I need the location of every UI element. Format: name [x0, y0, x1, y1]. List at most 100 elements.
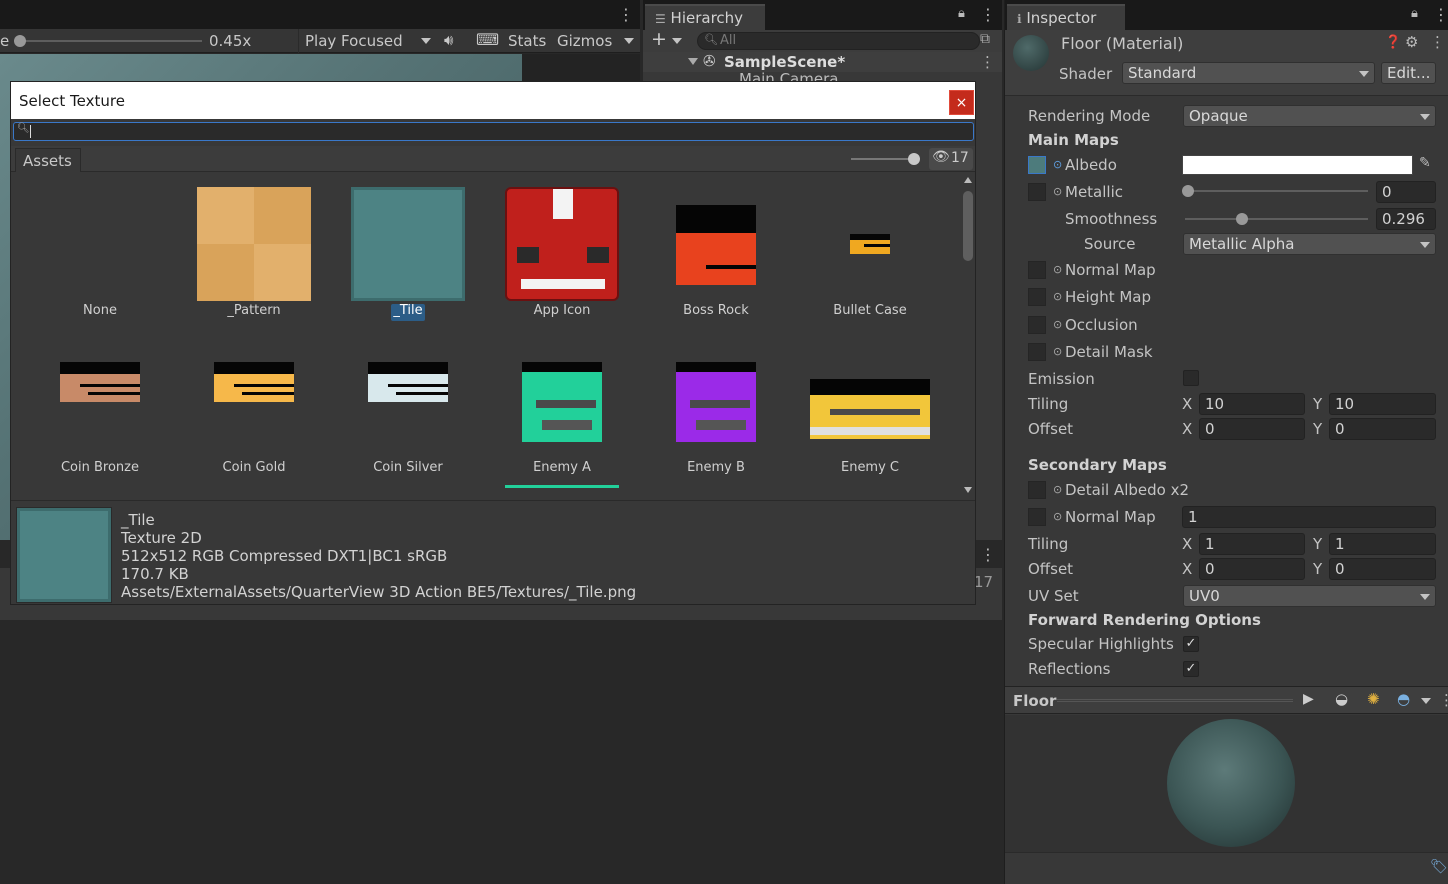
object-picker-icon[interactable]: ⊙	[1053, 345, 1062, 358]
albedo-texture-slot[interactable]	[1028, 156, 1046, 174]
chevron-down-icon[interactable]	[1421, 698, 1431, 704]
sec-offset-x-input[interactable]: 0	[1199, 558, 1305, 580]
specular-highlights-checkbox[interactable]: ✓	[1183, 636, 1199, 652]
more-icon[interactable]: ⋮	[980, 5, 996, 24]
gizmos-chevron-icon[interactable]	[624, 38, 634, 44]
texture-item-coin-bronze[interactable]: Coin Bronze	[35, 336, 165, 480]
thumbnail-size-slider-thumb[interactable]	[908, 153, 920, 165]
tab-hierarchy[interactable]: ☰ Hierarchy	[645, 4, 765, 30]
keyboard-icon[interactable]: ⌨	[476, 30, 499, 49]
more-icon[interactable]: ⋮	[980, 545, 996, 564]
play-icon[interactable]: ▶	[1303, 691, 1314, 707]
metallic-input[interactable]: 0	[1376, 181, 1436, 203]
uv-set-dropdown[interactable]: UV0	[1183, 585, 1436, 607]
offset-y-input[interactable]: 0	[1329, 418, 1436, 440]
scale-slider-thumb[interactable]	[14, 35, 26, 47]
texture-item-tile[interactable]: _Tile	[343, 179, 473, 323]
texture-search-input[interactable]: 🔍︎	[13, 122, 974, 141]
more-icon[interactable]: ⋮	[1433, 5, 1448, 24]
material-preview-area[interactable]	[1005, 715, 1448, 852]
texture-item-none[interactable]: None	[35, 179, 165, 323]
preview-drag-handle[interactable]	[1057, 699, 1293, 702]
smoothness-slider-thumb[interactable]	[1236, 213, 1249, 225]
texture-item-enemy-c[interactable]: Enemy C	[805, 336, 935, 480]
occlusion-slot[interactable]	[1028, 316, 1046, 334]
more-icon[interactable]: ⋮	[980, 53, 995, 71]
audio-icon[interactable]: 🔊︎	[444, 31, 453, 49]
texture-item-bullet-case[interactable]: Bullet Case	[805, 179, 935, 323]
more-icon[interactable]: ⋮	[1430, 33, 1445, 51]
detail-mask-slot[interactable]	[1028, 343, 1046, 361]
scroll-up-icon[interactable]	[964, 177, 972, 183]
scene-search-icon[interactable]: ⧉	[980, 31, 990, 47]
secondary-normal-scale-input[interactable]: 1	[1182, 506, 1436, 528]
source-dropdown[interactable]: Metallic Alpha	[1183, 233, 1436, 255]
edit-shader-button[interactable]: Edit...	[1381, 62, 1436, 84]
play-mode-dropdown[interactable]: Play Focused	[298, 29, 436, 53]
scale-slider-track[interactable]	[18, 40, 202, 42]
shader-dropdown[interactable]: Standard	[1122, 62, 1375, 84]
help-icon[interactable]: ❓	[1385, 35, 1401, 50]
normal-map-slot[interactable]	[1028, 261, 1046, 279]
smoothness-input[interactable]: 0.296	[1376, 208, 1436, 230]
sec-tiling-x-input[interactable]: 1	[1199, 533, 1305, 555]
tab-inspector[interactable]: ℹ Inspector	[1007, 4, 1125, 30]
metallic-slider-track[interactable]	[1185, 190, 1368, 192]
object-picker-icon[interactable]: ⊙	[1053, 318, 1062, 331]
texture-item-coin-gold[interactable]: Coin Gold	[189, 336, 319, 480]
object-picker-icon[interactable]: ⊙	[1053, 290, 1062, 303]
offset-x-input[interactable]: 0	[1199, 418, 1305, 440]
hierarchy-item-row[interactable]: Main Camera	[643, 72, 1002, 81]
sphere-mesh-icon[interactable]: ◒	[1335, 690, 1348, 708]
more-icon[interactable]: ⋮	[618, 5, 634, 24]
object-picker-icon[interactable]: ⊙	[1053, 510, 1062, 523]
expand-icon[interactable]	[688, 58, 698, 65]
sec-tiling-y-input[interactable]: 1	[1329, 533, 1436, 555]
more-icon[interactable]: ⋮	[1439, 691, 1448, 709]
smoothness-slider-track[interactable]	[1185, 218, 1368, 220]
texture-item-enemy-a[interactable]: Enemy A	[497, 336, 627, 480]
grid-scrollbar[interactable]	[961, 173, 975, 499]
eyedropper-icon[interactable]: ✎	[1419, 155, 1431, 171]
reflections-checkbox[interactable]: ✓	[1183, 661, 1199, 677]
tab-assets[interactable]: Assets	[15, 148, 81, 172]
preset-icon[interactable]: ⚙	[1405, 33, 1418, 51]
height-map-slot[interactable]	[1028, 288, 1046, 306]
tag-icon[interactable]: 🏷︎	[1430, 859, 1448, 875]
metallic-slider-thumb[interactable]	[1182, 185, 1194, 197]
texture-item-boss-rock[interactable]: Boss Rock	[651, 179, 781, 323]
detail-albedo-slot[interactable]	[1028, 481, 1046, 499]
dialog-titlebar[interactable]: Select Texture	[11, 82, 975, 119]
texture-item-coin-silver[interactable]: Coin Silver	[343, 336, 473, 480]
texture-item-enemy-b[interactable]: Enemy B	[651, 336, 781, 480]
albedo-color-field[interactable]	[1182, 155, 1413, 175]
rendering-mode-dropdown[interactable]: Opaque	[1183, 105, 1436, 127]
lights-icon[interactable]: ✺	[1367, 690, 1380, 708]
lock-icon[interactable]: 🔒︎	[958, 6, 965, 21]
hierarchy-search-input[interactable]: 🔍︎ All	[697, 32, 980, 50]
close-button[interactable]: ×	[949, 90, 974, 115]
tiling-x-input[interactable]: 10	[1199, 393, 1305, 415]
secondary-normal-slot[interactable]	[1028, 508, 1046, 526]
emission-checkbox[interactable]	[1183, 370, 1199, 386]
scene-row[interactable]: ✇ SampleScene* ⋮	[643, 52, 1002, 72]
metallic-texture-slot[interactable]	[1028, 183, 1046, 201]
texture-item-pattern[interactable]: _Pattern	[189, 179, 319, 323]
hidden-packages-toggle[interactable]: 👁︎ 17	[929, 148, 973, 170]
object-picker-icon[interactable]: ⊙	[1053, 263, 1062, 276]
gizmos-button[interactable]: Gizmos	[557, 32, 612, 50]
preview-background-icon[interactable]: ◓	[1397, 690, 1410, 708]
lock-icon[interactable]: 🔒︎	[1411, 6, 1418, 21]
thumbnail-size-slider-track[interactable]	[851, 158, 915, 160]
tiling-y-input[interactable]: 10	[1329, 393, 1436, 415]
scroll-down-icon[interactable]	[964, 487, 972, 493]
texture-item-app-icon[interactable]: App Icon	[497, 179, 627, 323]
sec-offset-y-input[interactable]: 0	[1329, 558, 1436, 580]
object-picker-icon[interactable]: ⊙	[1053, 158, 1062, 171]
add-chevron-icon[interactable]	[672, 38, 682, 44]
scrollbar-thumb[interactable]	[963, 191, 973, 261]
add-icon[interactable]: +	[651, 28, 667, 50]
object-picker-icon[interactable]: ⊙	[1053, 483, 1062, 496]
stats-button[interactable]: Stats	[508, 32, 546, 50]
object-picker-icon[interactable]: ⊙	[1053, 185, 1062, 198]
